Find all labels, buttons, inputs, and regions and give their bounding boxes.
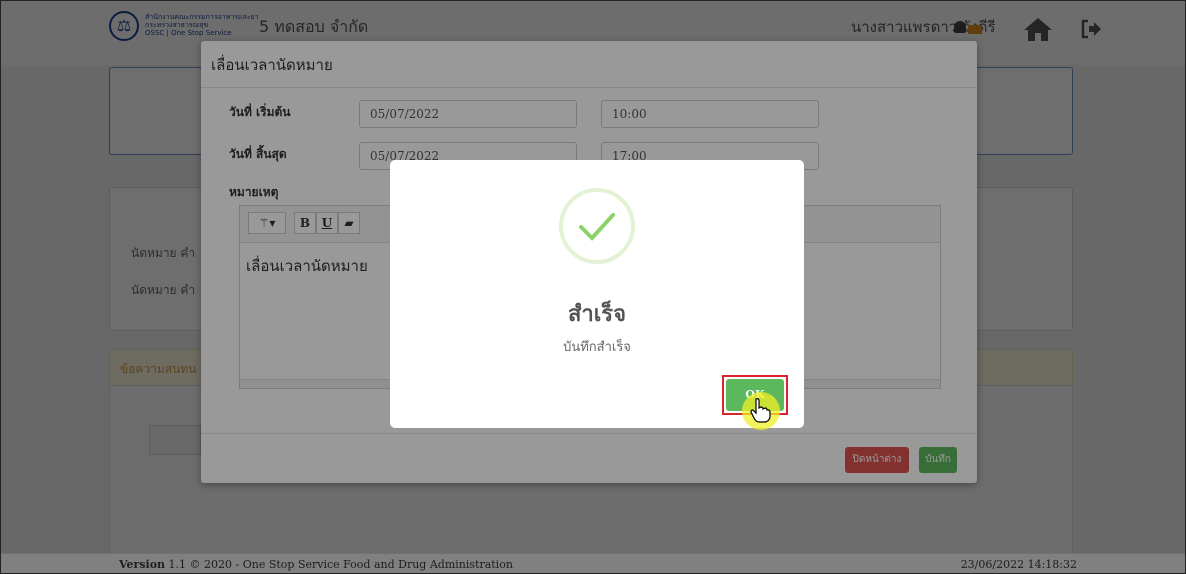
dialog-title: สำเร็จ	[567, 302, 626, 327]
screen: ⚖ สำนักงานคณะกรรมการอาหารและยา กระทรวงสา…	[0, 0, 1186, 574]
success-ring	[559, 188, 635, 264]
success-dialog: สำเร็จ บันทึกสำเร็จ OK	[390, 160, 804, 428]
dialog-message: บันทึกสำเร็จ	[563, 340, 631, 355]
hand-cursor-icon	[750, 398, 771, 423]
checkmark-icon	[579, 213, 615, 241]
